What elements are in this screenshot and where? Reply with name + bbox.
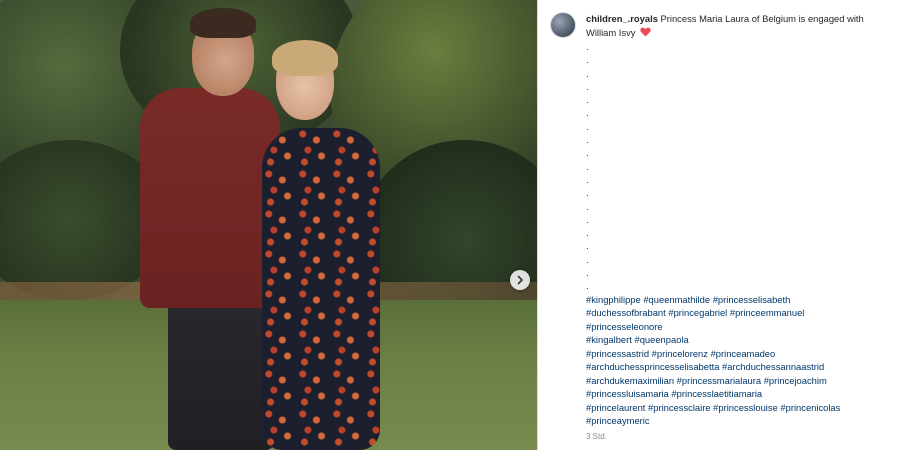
hashtag-block: #kingphilippe #queenmathilde #princessel… <box>586 293 900 428</box>
hashtag-link[interactable]: #princegabriel <box>668 307 727 318</box>
caption-dot-line: . <box>586 120 589 132</box>
hashtag-link[interactable]: #princesseleonore <box>586 321 663 332</box>
carousel-next-button[interactable] <box>510 270 530 290</box>
caption-dot-line: . <box>586 280 589 292</box>
caption-dot-line: . <box>586 147 589 159</box>
caption-dot-line: . <box>586 54 589 66</box>
hashtag-line: #princelaurent #princessclaire #princess… <box>586 401 900 415</box>
hashtag-link[interactable]: #princeaymeric <box>586 415 650 426</box>
instagram-post: children_.royals Princess Maria Laura of… <box>0 0 900 450</box>
hashtag-link[interactable]: #princelorenz <box>652 348 708 359</box>
hashtag-link[interactable]: #princesselisabeth <box>713 294 791 305</box>
post-timestamp: 3 Std. <box>586 431 607 441</box>
hashtag-link[interactable]: #queenpaola <box>634 334 688 345</box>
hashtag-link[interactable]: #duchessofbrabant <box>586 307 666 318</box>
caption-dot-line: . <box>586 240 589 252</box>
hashtag-line: #princeaymeric <box>586 414 900 428</box>
hashtag-line: #princessluisamaria #princesslaetitiamar… <box>586 387 900 401</box>
caption-row: children_.royals Princess Maria Laura of… <box>550 12 888 39</box>
red-heart-icon <box>640 27 651 37</box>
hashtag-line: #duchessofbrabant #princegabriel #prince… <box>586 306 900 320</box>
caption-dot-line: . <box>586 253 589 265</box>
caption-dot-line: . <box>586 67 589 79</box>
caption-dot-line: . <box>586 41 589 52</box>
hashtag-line: #kingphilippe #queenmathilde #princessel… <box>586 293 900 307</box>
hashtag-link[interactable]: #archduchessannaastrid <box>722 361 824 372</box>
caption-dot-line: . <box>586 160 589 172</box>
hashtag-link[interactable]: #kingphilippe <box>586 294 641 305</box>
hashtag-link[interactable]: #princessclaire <box>648 402 711 413</box>
avatar[interactable] <box>550 12 576 38</box>
caption-dot-line: . <box>586 94 589 106</box>
hashtag-link[interactable]: #princeemmanuel <box>730 307 805 318</box>
man-figure <box>190 8 256 38</box>
hashtag-line: #kingalbert #queenpaola <box>586 333 900 347</box>
hashtag-link[interactable]: #princelaurent <box>586 402 645 413</box>
caption-text: children_.royals Princess Maria Laura of… <box>586 12 886 39</box>
hashtag-link[interactable]: #princesslaetitiamaria <box>671 388 762 399</box>
hashtag-link[interactable]: #princessmarialaura <box>677 375 761 386</box>
caption-dot-lines: ................... <box>586 40 888 293</box>
caption-dot-line: . <box>586 173 589 185</box>
caption-dot-line: . <box>586 107 589 119</box>
caption-dot-line: . <box>586 200 589 212</box>
hashtag-link[interactable]: #princenicolas <box>780 402 840 413</box>
caption-dot-line: . <box>586 80 589 92</box>
caption-panel: children_.royals Princess Maria Laura of… <box>537 0 900 450</box>
caption-dot-line: . <box>586 187 589 199</box>
hashtag-link[interactable]: #kingalbert <box>586 334 632 345</box>
hashtag-link[interactable]: #archdukemaximilian <box>586 375 674 386</box>
man-figure <box>140 88 280 308</box>
hashtag-link[interactable]: #princessastrid <box>586 348 649 359</box>
hashtag-line: #archduchessprincesselisabetta #archduch… <box>586 360 900 374</box>
caption-dot-line: . <box>586 134 589 146</box>
hashtag-line: #princesseleonore <box>586 320 900 334</box>
hashtag-link[interactable]: #princejoachim <box>764 375 827 386</box>
woman-figure <box>272 40 338 76</box>
post-photo[interactable] <box>0 0 537 450</box>
caption-dot-line: . <box>586 267 589 279</box>
caption-dot-line: . <box>586 227 589 239</box>
hashtag-line: #princessastrid #princelorenz #princeama… <box>586 347 900 361</box>
chevron-right-icon <box>517 275 523 285</box>
caption-dot-line: . <box>586 213 589 225</box>
woman-figure <box>262 128 380 450</box>
hashtag-link[interactable]: #archduchessprincesselisabetta <box>586 361 719 372</box>
hashtag-line: #archdukemaximilian #princessmarialaura … <box>586 374 900 388</box>
hashtag-link[interactable]: #princesslouise <box>713 402 778 413</box>
hashtag-link[interactable]: #princeamadeo <box>711 348 776 359</box>
username-link[interactable]: children_.royals <box>586 13 658 24</box>
hashtag-link[interactable]: #princessluisamaria <box>586 388 669 399</box>
hashtag-link[interactable]: #queenmathilde <box>643 294 710 305</box>
